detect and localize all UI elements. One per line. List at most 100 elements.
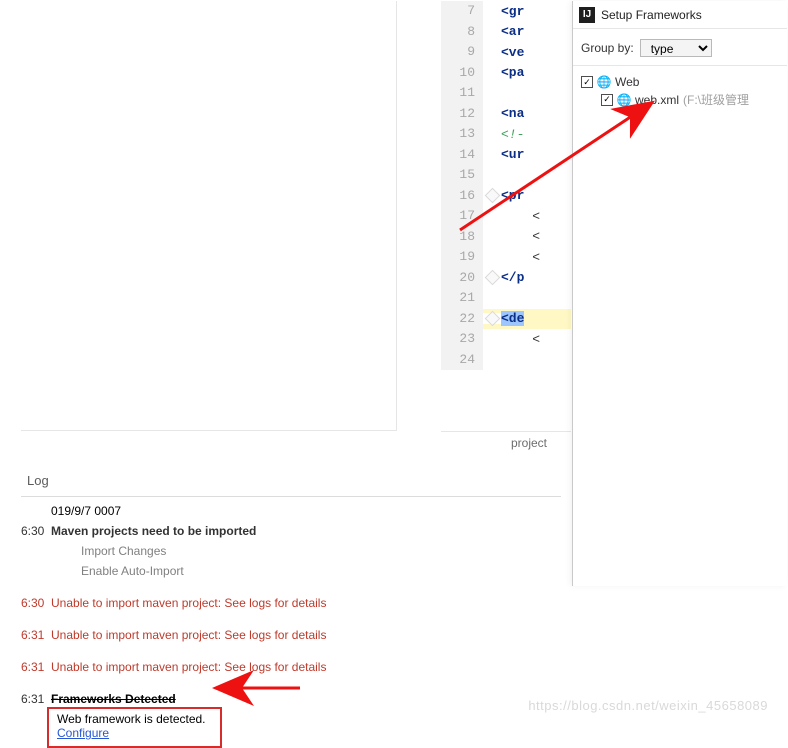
code-text[interactable]: <de bbox=[501, 311, 524, 326]
log-message: Maven projects need to be imported bbox=[51, 522, 561, 540]
code-line[interactable]: 8 <ar bbox=[441, 22, 571, 43]
code-text[interactable]: <pa bbox=[501, 65, 524, 80]
gutter-line-number[interactable]: 24 bbox=[441, 350, 483, 371]
log-time: 6:31 bbox=[21, 690, 51, 708]
gutter-line-number[interactable]: 23 bbox=[441, 329, 483, 350]
event-log-body: 019/9/7 0007 6:30Maven projects need to … bbox=[21, 497, 561, 748]
gutter-line-number[interactable]: 18 bbox=[441, 227, 483, 248]
frameworks-tree: 🌐 Web 🌐 web.xml (F:\班级管理 bbox=[573, 66, 787, 117]
dialog-title: Setup Frameworks bbox=[601, 8, 702, 22]
code-text[interactable]: <na bbox=[501, 106, 524, 121]
gutter-line-number[interactable]: 17 bbox=[441, 206, 483, 227]
event-log-title: Log bbox=[21, 470, 561, 497]
code-text[interactable]: </p bbox=[501, 270, 524, 285]
framework-detected-notification: Web framework is detected.Configure bbox=[47, 707, 222, 748]
log-message: Unable to import maven project: See logs… bbox=[51, 658, 561, 676]
code-line[interactable]: 24 bbox=[441, 350, 571, 371]
dialog-titlebar[interactable]: IJ Setup Frameworks bbox=[573, 1, 787, 29]
tree-root-web[interactable]: 🌐 Web bbox=[581, 74, 779, 90]
gutter-line-number[interactable]: 21 bbox=[441, 288, 483, 309]
log-time: 6:30 bbox=[21, 594, 51, 612]
code-text[interactable]: < bbox=[501, 209, 540, 224]
gutter-line-number[interactable]: 19 bbox=[441, 247, 483, 268]
code-editor[interactable]: 7 <gr 8 <ar 9 <ve 10 <pa 1112 <na 13 <!- 14 <ur 1516 <p… bbox=[441, 1, 571, 431]
code-line[interactable]: 12 <na bbox=[441, 104, 571, 125]
fold-column[interactable] bbox=[483, 272, 501, 283]
fold-column[interactable] bbox=[483, 190, 501, 201]
code-line[interactable]: 18 < bbox=[441, 227, 571, 248]
setup-frameworks-dialog: IJ Setup Frameworks Group by: type 🌐 Web… bbox=[572, 1, 787, 586]
fold-column[interactable] bbox=[483, 313, 501, 324]
group-by-row: Group by: type bbox=[573, 29, 787, 66]
log-message[interactable]: Import Changes bbox=[51, 542, 561, 560]
gutter-line-number[interactable]: 13 bbox=[441, 124, 483, 145]
log-entry: 6:31Frameworks Detected bbox=[21, 689, 561, 709]
log-entry: 6:31Unable to import maven project: See … bbox=[21, 625, 561, 645]
fold-marker-icon[interactable] bbox=[484, 270, 500, 286]
code-text[interactable]: <ve bbox=[501, 45, 524, 60]
log-time bbox=[21, 542, 51, 560]
log-message: Unable to import maven project: See logs… bbox=[51, 594, 561, 612]
code-text[interactable]: <gr bbox=[501, 4, 524, 19]
gutter-line-number[interactable]: 7 bbox=[441, 1, 483, 22]
webxml-icon: 🌐 bbox=[617, 93, 631, 107]
code-line[interactable]: 15 bbox=[441, 165, 571, 186]
fold-marker-icon[interactable] bbox=[484, 311, 500, 327]
code-text[interactable]: < bbox=[501, 332, 540, 347]
gutter-line-number[interactable]: 20 bbox=[441, 268, 483, 289]
breadcrumb[interactable]: project bbox=[441, 431, 571, 455]
checkbox-webxml[interactable] bbox=[601, 94, 613, 106]
watermark: https://blog.csdn.net/weixin_45658089 bbox=[528, 698, 768, 713]
gutter-line-number[interactable]: 15 bbox=[441, 165, 483, 186]
code-line[interactable]: 19 < bbox=[441, 247, 571, 268]
notification-message: Web framework is detected. bbox=[57, 712, 212, 726]
log-message: Frameworks Detected bbox=[51, 690, 561, 708]
code-line[interactable]: 20 </p bbox=[441, 268, 571, 289]
code-line[interactable]: 17 < bbox=[441, 206, 571, 227]
log-entry: Import Changes bbox=[21, 541, 561, 561]
code-text[interactable]: <!- bbox=[501, 127, 524, 142]
code-line[interactable]: 13 <!- bbox=[441, 124, 571, 145]
gutter-line-number[interactable]: 12 bbox=[441, 104, 483, 125]
code-line[interactable]: 23 < bbox=[441, 329, 571, 350]
log-time: 6:30 bbox=[21, 522, 51, 540]
intellij-icon: IJ bbox=[579, 7, 595, 23]
log-time bbox=[21, 562, 51, 580]
checkbox-web[interactable] bbox=[581, 76, 593, 88]
log-time: 6:31 bbox=[21, 658, 51, 676]
gutter-line-number[interactable]: 10 bbox=[441, 63, 483, 84]
log-date: 019/9/7 0007 bbox=[21, 501, 561, 521]
code-line[interactable]: 21 bbox=[441, 288, 571, 309]
gutter-line-number[interactable]: 9 bbox=[441, 42, 483, 63]
code-line[interactable]: 16 <pr bbox=[441, 186, 571, 207]
code-line[interactable]: 10 <pa bbox=[441, 63, 571, 84]
log-entry: 6:30Maven projects need to be imported bbox=[21, 521, 561, 541]
configure-link[interactable]: Configure bbox=[57, 726, 109, 740]
log-message: Unable to import maven project: See logs… bbox=[51, 626, 561, 644]
log-message[interactable]: Enable Auto-Import bbox=[51, 562, 561, 580]
gutter-line-number[interactable]: 11 bbox=[441, 83, 483, 104]
fold-marker-icon[interactable] bbox=[484, 188, 500, 204]
code-text[interactable]: < bbox=[501, 229, 540, 244]
event-log-panel: Log 019/9/7 0007 6:30Maven projects need… bbox=[21, 470, 561, 748]
code-line[interactable]: 11 bbox=[441, 83, 571, 104]
gutter-line-number[interactable]: 14 bbox=[441, 145, 483, 166]
log-entry: Enable Auto-Import bbox=[21, 561, 561, 581]
code-text[interactable]: <pr bbox=[501, 188, 524, 203]
code-line[interactable]: 7 <gr bbox=[441, 1, 571, 22]
gutter-line-number[interactable]: 8 bbox=[441, 22, 483, 43]
code-text[interactable]: <ar bbox=[501, 24, 524, 39]
code-text[interactable]: < bbox=[501, 250, 540, 265]
log-entry: 6:30Unable to import maven project: See … bbox=[21, 593, 561, 613]
code-line[interactable]: 9 <ve bbox=[441, 42, 571, 63]
group-by-label: Group by: bbox=[581, 41, 634, 55]
tree-child-webxml[interactable]: 🌐 web.xml (F:\班级管理 bbox=[581, 90, 779, 109]
gutter-line-number[interactable]: 22 bbox=[441, 309, 483, 330]
web-icon: 🌐 bbox=[597, 75, 611, 89]
code-line[interactable]: 14 <ur bbox=[441, 145, 571, 166]
code-text[interactable]: <ur bbox=[501, 147, 524, 162]
gutter-line-number[interactable]: 16 bbox=[441, 186, 483, 207]
group-by-select[interactable]: type bbox=[640, 39, 712, 57]
log-time: 6:31 bbox=[21, 626, 51, 644]
code-line[interactable]: 22 <de bbox=[441, 309, 571, 330]
